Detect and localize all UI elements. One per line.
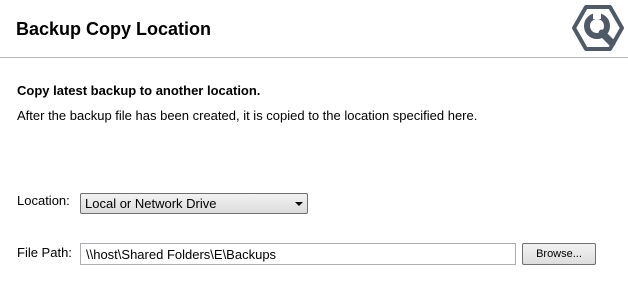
location-dropdown[interactable]: Local or Network Drive bbox=[80, 193, 308, 214]
file-path-input[interactable] bbox=[80, 243, 516, 265]
location-label: Location: bbox=[17, 193, 70, 208]
file-path-label: File Path: bbox=[17, 245, 72, 260]
chevron-down-icon bbox=[295, 202, 303, 206]
section-description: After the backup file has been created, … bbox=[17, 108, 478, 123]
section-heading: Copy latest backup to another location. bbox=[17, 83, 261, 98]
browse-button[interactable]: Browse... bbox=[522, 243, 596, 265]
wrench-logo-icon bbox=[572, 5, 624, 51]
location-selected-value: Local or Network Drive bbox=[85, 196, 217, 211]
page-title: Backup Copy Location bbox=[16, 19, 212, 39]
header-bar: Backup Copy Location bbox=[0, 0, 628, 58]
